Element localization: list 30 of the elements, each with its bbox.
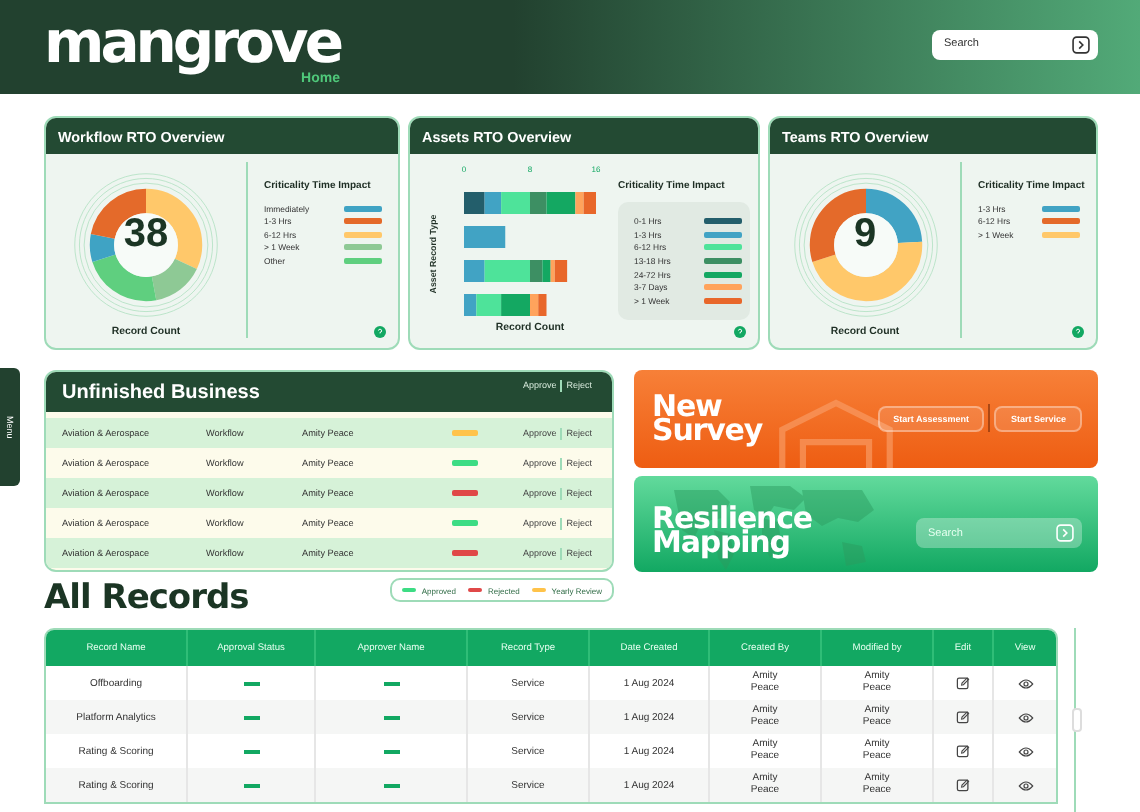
edit-icon[interactable] xyxy=(956,676,970,690)
help-icon[interactable] xyxy=(734,326,746,338)
edit-icon[interactable] xyxy=(956,778,970,792)
eye-icon[interactable] xyxy=(1017,711,1033,723)
dash-mark xyxy=(243,715,259,719)
eye-icon[interactable] xyxy=(1017,677,1033,689)
dash-mark xyxy=(243,783,259,787)
panel-title: Unfinished Business xyxy=(62,381,260,403)
section-title: All Records xyxy=(44,578,249,618)
help-icon[interactable] xyxy=(374,326,386,338)
edit-icon[interactable] xyxy=(956,710,970,724)
dash-mark xyxy=(383,749,399,753)
dash-mark xyxy=(243,749,259,753)
bar-segment xyxy=(464,192,485,214)
dash-mark xyxy=(243,681,259,685)
eye-icon[interactable] xyxy=(1017,779,1033,791)
record-count-value: 38 xyxy=(121,212,171,258)
record-count-value: 9 xyxy=(851,212,879,258)
dash-mark xyxy=(383,715,399,719)
eye-icon[interactable] xyxy=(1017,745,1033,757)
edit-icon[interactable] xyxy=(956,744,970,758)
dash-mark xyxy=(383,681,399,685)
banner-title: New Survey xyxy=(652,394,762,443)
help-icon[interactable] xyxy=(1072,326,1084,338)
logo-wordmark: mangrove xyxy=(44,12,340,72)
scrollbar[interactable] xyxy=(1074,628,1080,812)
banner-title: Resilience Mapping xyxy=(652,505,812,554)
arrow-right-icon[interactable] xyxy=(1072,35,1090,53)
dash-mark xyxy=(383,783,399,787)
bar-segment xyxy=(464,226,506,248)
